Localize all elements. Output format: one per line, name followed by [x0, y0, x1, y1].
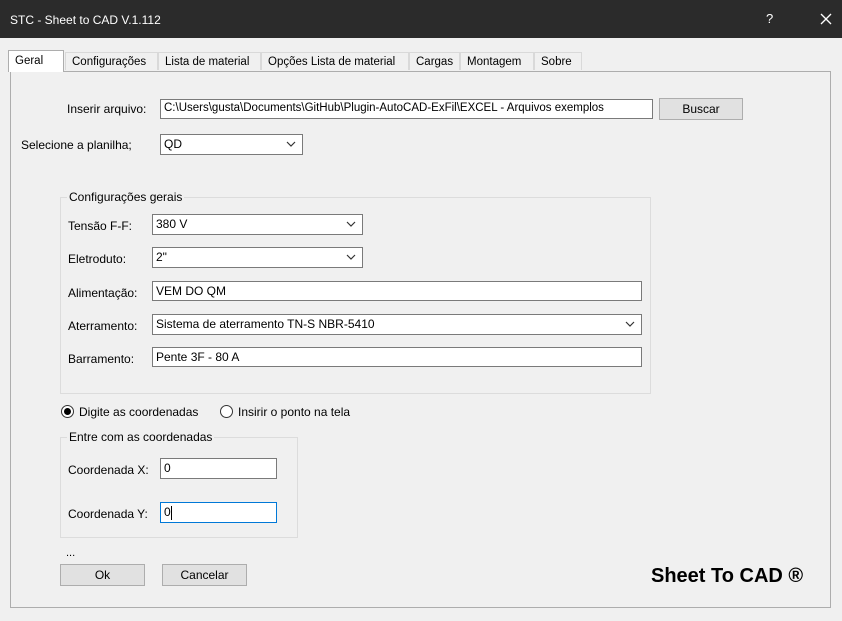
general-config-title: Configurações gerais	[67, 190, 185, 204]
tensao-select-value: 380 V	[156, 217, 188, 231]
tab-configuracoes[interactable]: Configurações	[65, 52, 158, 70]
window-title: STC - Sheet to CAD V.1.112	[10, 13, 161, 27]
eletroduto-label: Eletroduto:	[68, 252, 127, 266]
chevron-down-icon	[286, 141, 296, 147]
text-caret	[171, 506, 172, 520]
coord-x-input[interactable]: 0	[160, 458, 277, 479]
eletroduto-select[interactable]: 2"	[152, 247, 363, 268]
radio-type-coordinates-label[interactable]: Digite as coordenadas	[79, 405, 198, 419]
eletroduto-select-value: 2"	[156, 250, 167, 264]
coord-y-value: 0	[164, 505, 171, 519]
ok-button[interactable]: Ok	[60, 564, 145, 586]
coord-y-label: Coordenada Y:	[68, 507, 148, 521]
aterramento-label: Aterramento:	[68, 319, 138, 333]
cancel-button[interactable]: Cancelar	[162, 564, 247, 586]
barramento-label: Barramento:	[68, 352, 135, 366]
chevron-down-icon	[346, 254, 356, 260]
aterramento-select[interactable]: Sistema de aterramento TN-S NBR-5410	[152, 314, 642, 335]
brand-label: Sheet To CAD ®	[651, 565, 804, 587]
chevron-down-icon	[346, 221, 356, 227]
coordinates-title: Entre com as coordenadas	[67, 430, 215, 444]
chevron-down-icon	[625, 321, 635, 327]
radio-type-coordinates[interactable]	[61, 405, 74, 418]
ellipsis-label: ...	[66, 547, 76, 559]
radio-pick-point-label[interactable]: Insirir o ponto na tela	[238, 405, 350, 419]
barramento-input[interactable]: Pente 3F - 80 A	[152, 347, 642, 367]
browse-button[interactable]: Buscar	[659, 98, 743, 120]
help-button[interactable]: ?	[766, 11, 773, 26]
tab-geral[interactable]: Geral	[8, 50, 64, 72]
radio-pick-point[interactable]	[220, 405, 233, 418]
sheet-label: Selecione a planilha;	[21, 138, 132, 152]
alimentacao-input[interactable]: VEM DO QM	[152, 281, 642, 301]
tab-opcoes-lista-de-material[interactable]: Opções Lista de material	[261, 52, 409, 70]
close-button[interactable]	[815, 8, 837, 30]
tab-lista-de-material[interactable]: Lista de material	[158, 52, 261, 70]
tab-sobre[interactable]: Sobre	[534, 52, 582, 70]
coord-x-label: Coordenada X:	[68, 463, 149, 477]
tensao-label: Tensão F-F:	[68, 219, 133, 233]
close-icon	[820, 13, 832, 25]
sheet-select[interactable]: QD	[160, 134, 303, 155]
file-path-input[interactable]: C:\Users\gusta\Documents\GitHub\Plugin-A…	[160, 99, 653, 119]
file-label: Inserir arquivo:	[67, 102, 147, 116]
radio-selected-dot	[64, 408, 71, 415]
title-bar: STC - Sheet to CAD V.1.112 ?	[0, 0, 842, 38]
sheet-select-value: QD	[164, 137, 182, 151]
tab-montagem[interactable]: Montagem	[460, 52, 534, 70]
tensao-select[interactable]: 380 V	[152, 214, 363, 235]
aterramento-select-value: Sistema de aterramento TN-S NBR-5410	[156, 317, 375, 331]
tab-cargas[interactable]: Cargas	[409, 52, 460, 70]
alimentacao-label: Alimentação:	[68, 286, 138, 300]
coord-y-input[interactable]: 0	[160, 502, 277, 523]
